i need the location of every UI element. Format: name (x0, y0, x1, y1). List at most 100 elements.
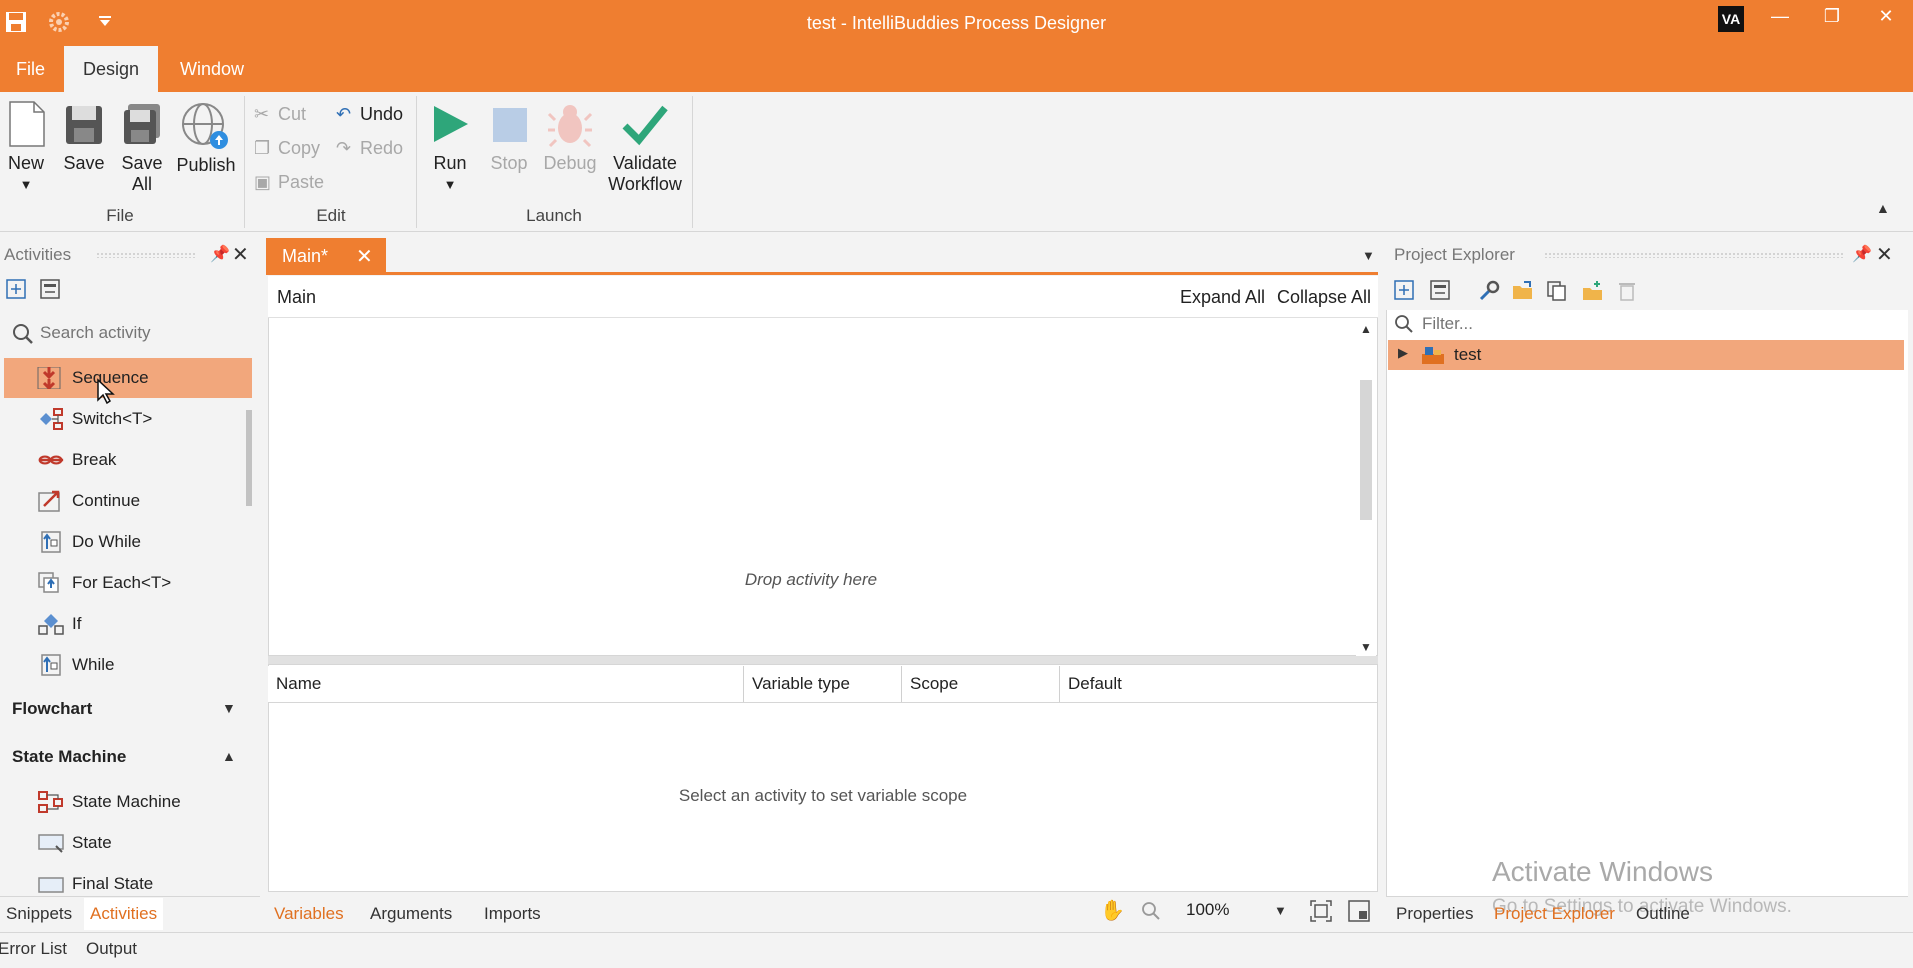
menu-file[interactable]: File (0, 46, 61, 92)
tab-list-dropdown-icon[interactable]: ▼ (1362, 248, 1375, 263)
duplicate-icon[interactable] (1546, 280, 1568, 302)
search-activity-input[interactable] (40, 318, 240, 348)
activity-item-for-each[interactable]: For Each<T> (0, 563, 252, 603)
chevron-down-icon[interactable]: ▼ (222, 700, 236, 716)
new-folder-icon[interactable] (1582, 280, 1604, 302)
close-panel-icon[interactable]: ✕ (232, 242, 249, 267)
fit-to-screen-icon[interactable] (1310, 900, 1332, 927)
zoom-icon[interactable] (1140, 900, 1162, 927)
expand-all-link[interactable]: Expand All (1180, 287, 1265, 308)
collapse-all-link[interactable]: Collapse All (1277, 287, 1371, 308)
quick-save-icon[interactable] (4, 10, 28, 39)
hand-pan-icon[interactable]: ✋ (1100, 898, 1125, 923)
gear-icon[interactable] (46, 9, 72, 40)
column-scope[interactable]: Scope (902, 666, 1060, 702)
scroll-up-icon[interactable]: ▲ (1360, 322, 1372, 336)
overview-icon[interactable] (1348, 900, 1370, 927)
column-variable-type[interactable]: Variable type (744, 666, 902, 702)
minimize-icon[interactable]: — (1760, 6, 1800, 27)
close-window-icon[interactable]: ✕ (1866, 6, 1906, 27)
copy-button[interactable]: ❐ Copy (254, 134, 320, 162)
project-icon (1422, 347, 1444, 364)
activity-item-sequence[interactable]: Sequence (4, 358, 252, 398)
pin-icon[interactable]: 📌 (1852, 244, 1872, 264)
menu-window[interactable]: Window (164, 46, 260, 92)
designer-canvas[interactable] (268, 276, 1378, 656)
edit-group-label: Edit (316, 206, 346, 225)
state-machine-icon (38, 791, 63, 813)
activity-label: If (72, 614, 82, 633)
publish-button[interactable]: Publish (174, 100, 238, 176)
activity-item-final-state[interactable]: Final State (0, 864, 252, 896)
collapse-all-icon[interactable] (1430, 280, 1452, 302)
run-button[interactable]: Run ▼ (428, 100, 472, 195)
paste-button[interactable]: ▣ Paste (254, 168, 324, 196)
tab-arguments[interactable]: Arguments (364, 898, 458, 930)
zoom-dropdown-icon[interactable]: ▼ (1274, 903, 1287, 918)
document-tab-main[interactable]: Main* ✕ (266, 238, 386, 274)
activities-scrollbar[interactable] (246, 410, 252, 506)
activity-item-state[interactable]: State (0, 823, 252, 863)
copy-icon: ❐ (254, 138, 271, 158)
scroll-thumb[interactable] (1360, 380, 1372, 520)
quick-access-dropdown-icon[interactable] (98, 14, 112, 33)
activity-label: State Machine (72, 792, 181, 811)
category-state-machine[interactable]: State Machine (12, 747, 126, 767)
column-default[interactable]: Default (1060, 666, 1376, 702)
undo-button[interactable]: ↶ Undo (336, 100, 403, 128)
if-icon (38, 614, 64, 635)
debug-button[interactable]: Debug (540, 100, 600, 174)
tree-item-test[interactable]: ▶ test (1388, 340, 1904, 370)
new-button[interactable]: New ▼ (4, 100, 48, 195)
menu-design[interactable]: Design (64, 46, 158, 92)
activity-item-state-machine[interactable]: State Machine (0, 782, 252, 822)
tab-output[interactable]: Output (86, 939, 137, 959)
designer-splitter[interactable] (268, 656, 1378, 664)
zoom-level[interactable]: 100% (1186, 900, 1229, 920)
restore-icon[interactable]: ❐ (1812, 6, 1852, 27)
open-folder-icon[interactable] (1512, 280, 1534, 302)
activity-item-while[interactable]: While (0, 645, 252, 685)
validate-workflow-button[interactable]: Validate Workflow (604, 100, 686, 195)
tab-activities[interactable]: Activities (84, 898, 164, 930)
while-icon (41, 654, 61, 676)
close-panel-icon[interactable]: ✕ (1876, 242, 1893, 267)
delete-icon[interactable] (1616, 280, 1638, 302)
collapse-all-icon[interactable] (40, 279, 62, 301)
activity-item-do-while[interactable]: Do While (0, 522, 252, 562)
chevron-up-icon[interactable]: ▲ (222, 748, 236, 764)
tab-project-explorer[interactable]: Project Explorer (1488, 898, 1621, 930)
collapse-ribbon-icon[interactable]: ▲ (1876, 200, 1890, 216)
tab-error-list[interactable]: Error List (0, 939, 67, 959)
tab-properties[interactable]: Properties (1390, 898, 1479, 930)
save-icon (66, 106, 102, 144)
expand-all-icon[interactable] (1394, 280, 1416, 302)
tab-imports[interactable]: Imports (478, 898, 547, 930)
drop-activity-hint: Drop activity here (744, 570, 878, 589)
project-filter-input[interactable] (1422, 310, 1892, 338)
breadcrumb[interactable]: Main (277, 287, 316, 308)
activity-item-switch[interactable]: Switch<T> (0, 399, 252, 439)
tab-snippets[interactable]: Snippets (0, 898, 78, 930)
column-name[interactable]: Name (268, 666, 744, 702)
tab-outline[interactable]: Outline (1630, 898, 1696, 930)
category-flowchart[interactable]: Flowchart (12, 699, 92, 719)
activity-item-if[interactable]: If (0, 604, 252, 644)
tab-variables[interactable]: Variables (268, 898, 350, 930)
redo-button[interactable]: ↷ Redo (336, 134, 403, 162)
cut-button[interactable]: ✂ Cut (254, 100, 306, 128)
user-avatar[interactable]: VA (1718, 6, 1744, 32)
activity-item-break[interactable]: Break (0, 440, 252, 480)
close-tab-icon[interactable]: ✕ (356, 244, 373, 269)
stop-button[interactable]: Stop (484, 100, 534, 174)
pin-icon[interactable]: 📌 (210, 244, 230, 264)
activity-item-continue[interactable]: Continue (0, 481, 252, 521)
expand-all-icon[interactable] (6, 279, 28, 301)
wrench-icon[interactable] (1478, 280, 1500, 302)
bug-icon (547, 105, 593, 148)
tree-expand-icon[interactable]: ▶ (1398, 345, 1408, 361)
scroll-down-icon[interactable]: ▼ (1360, 640, 1372, 654)
save-button[interactable]: Save (60, 100, 108, 174)
save-all-button[interactable]: Save All (118, 100, 166, 195)
play-icon (434, 106, 468, 142)
